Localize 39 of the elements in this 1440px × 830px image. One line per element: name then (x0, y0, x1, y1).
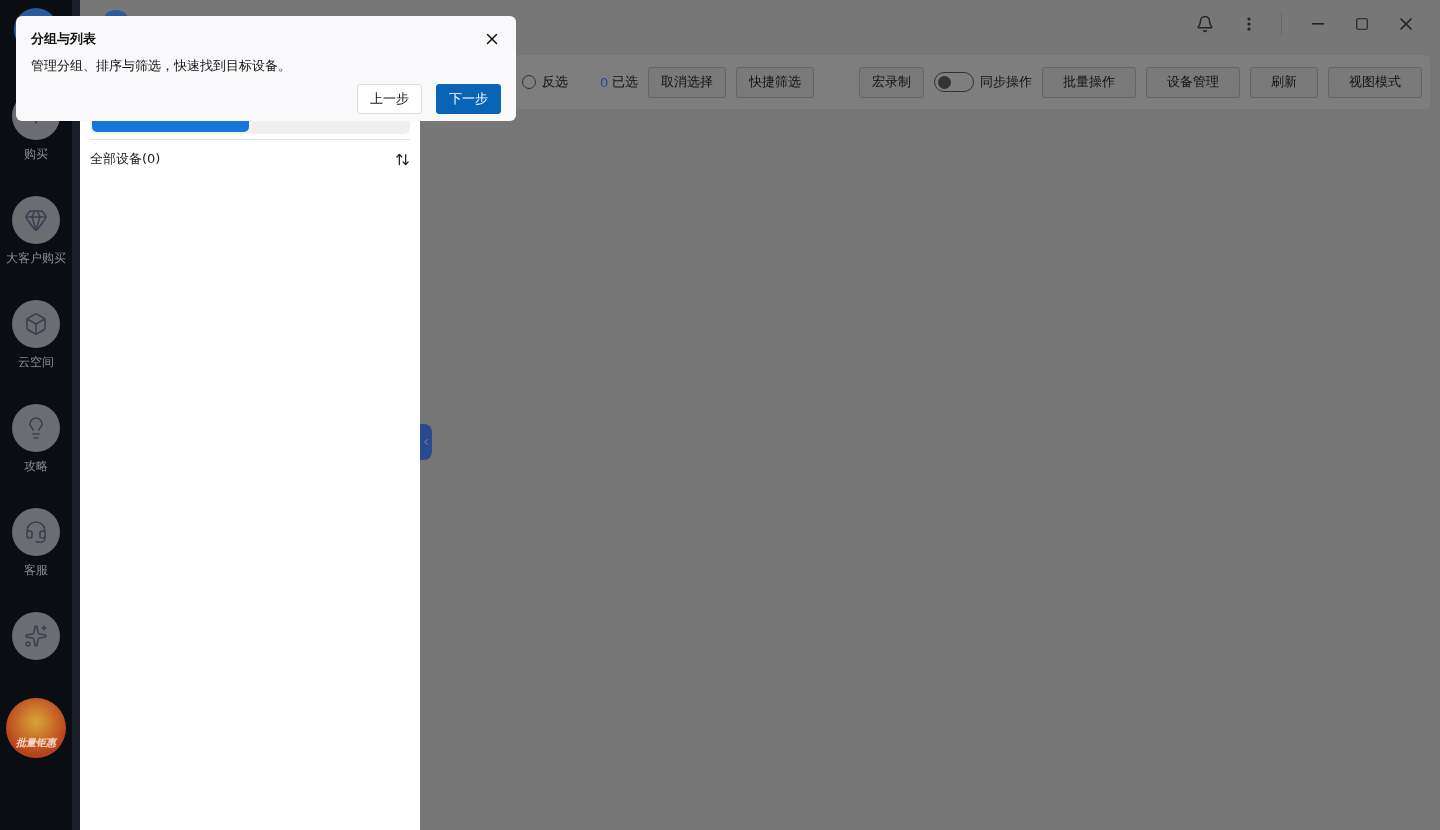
headset-icon (24, 520, 48, 544)
group-name[interactable]: 全部设备(0) (90, 150, 161, 168)
step-button[interactable]: 上一步 (357, 84, 422, 114)
minimize-icon (1312, 23, 1324, 25)
step-button[interactable]: 下一步 (436, 84, 501, 114)
cube-icon (24, 312, 48, 336)
sidebar-label: 客服 (24, 562, 48, 579)
toolbar-button[interactable]: 取消选择 (648, 66, 727, 98)
toggle-label: 同步操作 (980, 73, 1032, 91)
bell-icon (1196, 15, 1214, 33)
sidebar-label: 购买 (24, 146, 48, 163)
toolbar-button[interactable]: 批量操作 (1042, 66, 1136, 98)
macro-button[interactable]: 宏录制 (859, 66, 924, 98)
sidebar-label: 云空间 (18, 354, 54, 371)
sidebar-button[interactable] (12, 404, 60, 452)
toolbar-button[interactable]: 设备管理 (1146, 66, 1240, 98)
toolbar-button[interactable]: 快捷筛选 (736, 66, 815, 98)
selected-label: 已选 (612, 73, 639, 91)
sidebar-label: 大客户购买 (6, 250, 66, 267)
promo-label: 批量钜惠 (16, 736, 56, 750)
promo-badge[interactable]: 批量钜惠 (6, 698, 66, 758)
checkbox[interactable] (522, 75, 536, 89)
gem-icon (24, 208, 48, 232)
selected-count: 0 (600, 74, 609, 90)
more-icon (1247, 17, 1251, 31)
popup-text: 管理分组、排序与筛选，快速找到目标设备。 (31, 58, 292, 75)
checkbox-label: 反选 (542, 73, 568, 91)
sidebar-label: 攻略 (24, 458, 48, 475)
collapse-handle[interactable] (420, 424, 432, 460)
toolbar-button[interactable]: 视图模式 (1328, 66, 1422, 98)
sidebar-button[interactable] (12, 612, 60, 660)
sparkles-icon (24, 624, 48, 648)
popup-title: 分组与列表 (31, 30, 96, 48)
maximize-icon (1355, 17, 1369, 31)
sort-icon[interactable] (395, 151, 410, 167)
sidebar-button[interactable] (12, 508, 60, 556)
toolbar-button[interactable]: 刷新 (1250, 66, 1318, 98)
sidebar-button[interactable] (12, 196, 60, 244)
sidebar-button[interactable] (12, 300, 60, 348)
